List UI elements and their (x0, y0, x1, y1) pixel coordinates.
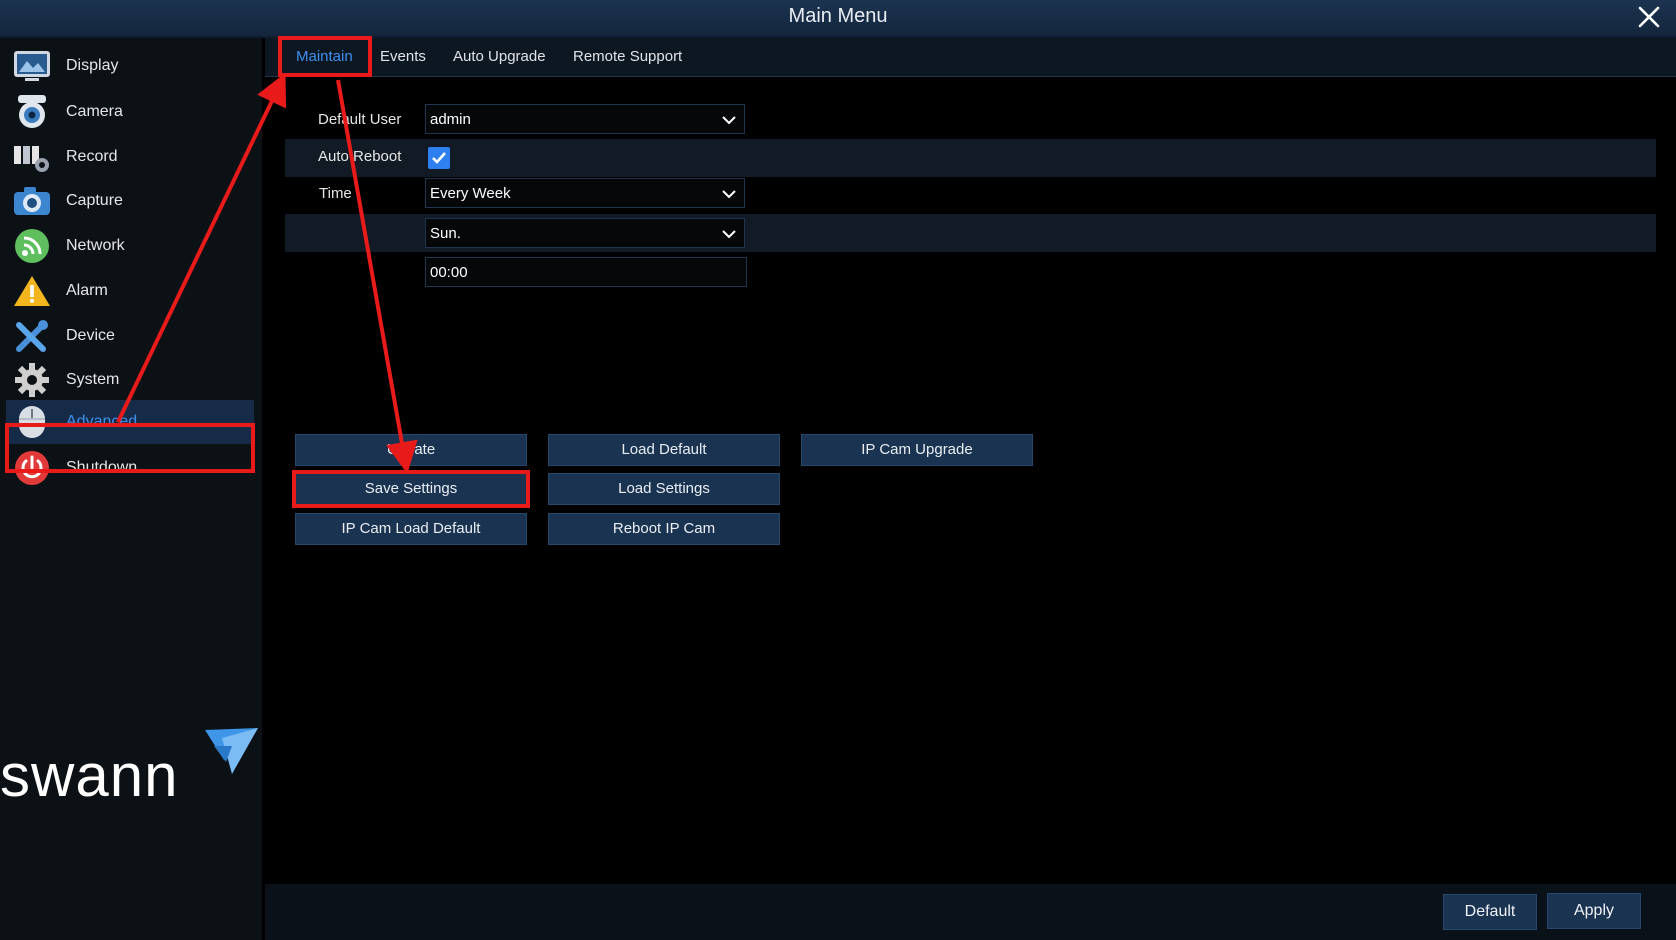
chevron-down-icon (722, 190, 736, 199)
sidebar-item-label: System (66, 371, 120, 388)
sidebar: Display Camera Record Capture Network Al… (0, 38, 262, 940)
time-frequency-select[interactable]: Every Week (425, 178, 745, 208)
sidebar-item-label: Capture (66, 192, 123, 209)
update-button[interactable]: Update (295, 434, 527, 466)
window-title: Main Menu (788, 5, 888, 27)
sidebar-item-record[interactable]: Record (6, 135, 254, 179)
checkmark-icon (432, 152, 446, 164)
display-icon (12, 46, 52, 86)
logo-text: swann (0, 742, 178, 809)
alarm-icon (12, 271, 52, 311)
swann-logo: swann (0, 728, 262, 828)
reboot-ip-cam-button[interactable]: Reboot IP Cam (548, 513, 780, 545)
time-label: Time (319, 185, 352, 202)
ip-cam-load-default-button[interactable]: IP Cam Load Default (295, 513, 527, 545)
highlight-box-advanced (5, 423, 255, 473)
device-icon (12, 316, 52, 356)
network-icon (12, 226, 52, 266)
sidebar-item-label: Network (66, 237, 125, 254)
default-user-select[interactable]: admin (425, 104, 745, 134)
auto-reboot-row (285, 139, 1656, 177)
sidebar-item-display[interactable]: Display (6, 44, 254, 88)
capture-icon (12, 181, 52, 221)
sidebar-item-label: Alarm (66, 282, 108, 299)
apply-button[interactable]: Apply (1547, 893, 1641, 929)
sidebar-item-network[interactable]: Network (6, 224, 254, 268)
load-settings-button[interactable]: Load Settings (548, 473, 780, 505)
record-icon (12, 137, 52, 177)
chevron-down-icon (722, 116, 736, 125)
day-value: Sun. (430, 225, 461, 242)
load-default-button[interactable]: Load Default (548, 434, 780, 466)
tab-events[interactable]: Events (380, 48, 426, 65)
close-icon[interactable] (1636, 4, 1662, 30)
highlight-box-maintain-tab (278, 36, 372, 77)
default-user-label: Default User (318, 111, 402, 128)
tab-auto-upgrade[interactable]: Auto Upgrade (453, 48, 546, 65)
ip-cam-upgrade-button[interactable]: IP Cam Upgrade (801, 434, 1033, 466)
sidebar-item-label: Device (66, 327, 115, 344)
chevron-down-icon (722, 230, 736, 239)
sidebar-item-system[interactable]: System (6, 358, 254, 402)
default-button[interactable]: Default (1443, 894, 1537, 930)
tab-remote-support[interactable]: Remote Support (573, 48, 682, 65)
highlight-box-save-settings (292, 470, 530, 508)
bottom-bar: Default Apply (265, 884, 1676, 940)
time-of-day-value: 00:00 (430, 264, 468, 281)
sidebar-item-label: Camera (66, 103, 123, 120)
sidebar-item-label: Display (66, 57, 119, 74)
camera-icon (12, 92, 52, 132)
auto-reboot-label: Auto Reboot (318, 148, 402, 165)
default-user-value: admin (430, 111, 471, 128)
sidebar-item-alarm[interactable]: Alarm (6, 269, 254, 313)
time-frequency-value: Every Week (430, 185, 511, 202)
sidebar-item-capture[interactable]: Capture (6, 179, 254, 223)
auto-reboot-checkbox[interactable] (428, 147, 450, 169)
sidebar-item-device[interactable]: Device (6, 314, 254, 358)
sidebar-item-label: Record (66, 148, 118, 165)
tab-bar: Maintain Events Auto Upgrade Remote Supp… (265, 38, 1676, 77)
title-bar: Main Menu (0, 0, 1676, 38)
system-icon (12, 360, 52, 400)
day-select[interactable]: Sun. (425, 218, 745, 248)
sidebar-item-camera[interactable]: Camera (6, 90, 254, 134)
time-of-day-input[interactable]: 00:00 (425, 257, 747, 287)
